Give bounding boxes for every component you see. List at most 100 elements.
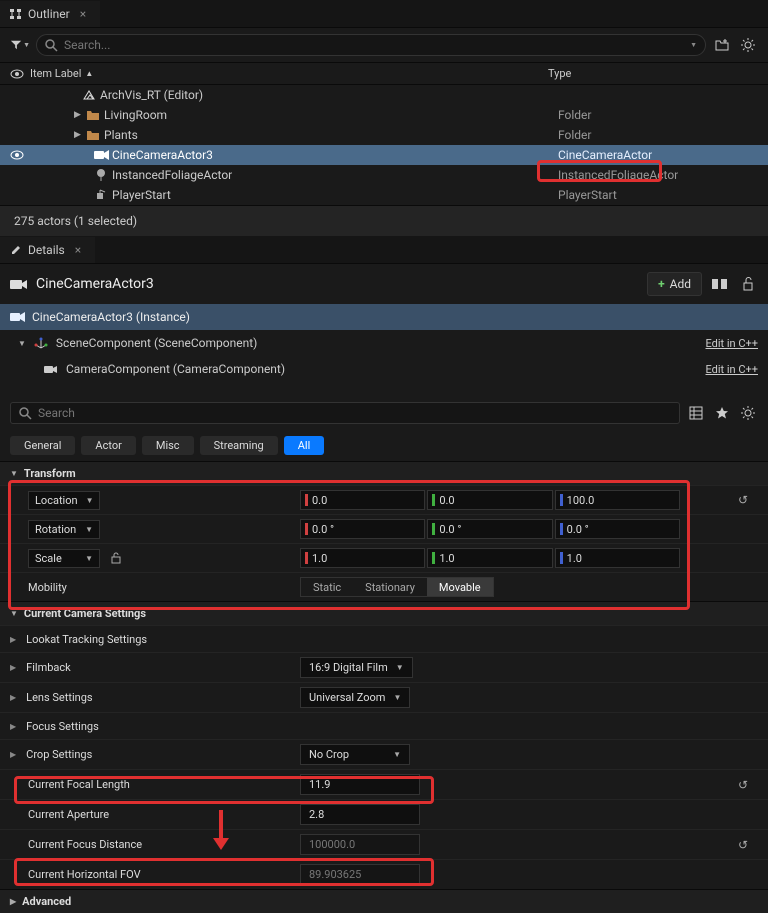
chevron-down-icon: ▼ [393,750,401,759]
expand-arrow-icon[interactable]: ▶ [10,663,16,672]
filmback-dropdown[interactable]: 16:9 Digital Film▼ [300,657,413,678]
lock-open-icon[interactable] [738,274,758,294]
details-search-input[interactable] [38,406,671,420]
spacer [0,382,768,396]
location-z[interactable]: 100.0 [555,490,680,510]
details-tab[interactable]: Details × [0,237,95,263]
crop-dropdown[interactable]: No Crop▼ [300,744,410,765]
expand-arrow-icon[interactable]: ▶ [74,110,86,120]
reset-icon[interactable]: ↺ [728,778,758,792]
focus-settings-row[interactable]: ▶Focus Settings [0,712,768,739]
category-tab-general[interactable]: General [10,436,75,455]
transform-section-header[interactable]: ▼ Transform [0,461,768,485]
aperture-row: Current Aperture 2.8 [0,799,768,829]
close-icon[interactable]: × [71,243,85,257]
rotation-z[interactable]: 0.0 ° [555,519,680,539]
settings-icon[interactable] [738,403,758,423]
item-label-column[interactable]: Item Label ▲ [30,67,548,80]
section-title: Advanced [22,895,71,908]
category-tabs: General Actor Misc Streaming All [0,430,768,461]
focal-length-input[interactable]: 11.9 [300,774,420,795]
outliner-tab[interactable]: Outliner × [0,1,100,27]
visibility-column-icon[interactable] [10,69,30,79]
settings-icon[interactable] [738,35,758,55]
tree-row[interactable]: CineCameraActor3CineCameraActor [0,145,768,165]
add-button[interactable]: + Add [647,272,702,296]
browse-icon[interactable] [710,274,730,294]
row-label: ArchVis_RT (Editor) [100,88,558,102]
scale-y[interactable]: 1.0 [427,548,552,568]
category-tab-streaming[interactable]: Streaming [200,436,278,455]
expand-arrow-icon[interactable]: ▼ [18,339,26,348]
edit-cpp-link[interactable]: Edit in C++ [706,337,758,350]
lens-dropdown[interactable]: Universal Zoom▼ [300,687,410,708]
tree-row[interactable]: ArchVis_RT (Editor) [0,85,768,105]
visibility-icon[interactable] [10,150,30,160]
rotation-y[interactable]: 0.0 ° [427,519,552,539]
row-type: InstancedFoliageActor [558,168,768,182]
new-folder-icon[interactable] [712,35,732,55]
tree-row[interactable]: PlayerStartPlayerStart [0,185,768,205]
reset-icon[interactable]: ↺ [728,838,758,852]
expand-arrow-icon[interactable]: ▶ [10,750,16,759]
details-panel: Details × CineCameraActor3 + Add CineCam… [0,236,768,913]
expand-arrow-icon[interactable]: ▶ [10,693,16,702]
search-icon [19,407,32,420]
focus-distance-input[interactable]: 100000.0 [300,834,420,855]
search-icon [45,39,58,52]
property-matrix-icon[interactable] [686,403,706,423]
scale-dropdown[interactable]: Scale ▼ [28,549,100,568]
location-dropdown[interactable]: Location ▼ [28,491,100,510]
type-column[interactable]: Type [548,67,758,80]
scale-z[interactable]: 1.0 [555,548,680,568]
scale-row: Scale ▼ 1.0 1.0 1.0 [0,543,768,572]
details-search[interactable] [10,402,680,424]
camera-section-header[interactable]: ▼ Current Camera Settings [0,601,768,625]
location-y[interactable]: 0.0 [427,490,552,510]
details-tab-label: Details [28,243,65,257]
aperture-input[interactable]: 2.8 [300,804,420,825]
tree-row[interactable]: ▶PlantsFolder [0,125,768,145]
mobility-option-static[interactable]: Static [301,578,353,596]
favorite-icon[interactable] [712,403,732,423]
lookat-row[interactable]: ▶Lookat Tracking Settings [0,625,768,652]
prop-label: Current Focal Length [10,778,300,791]
scale-x[interactable]: 1.0 [300,548,425,568]
foliage-icon [94,168,112,182]
filter-icon[interactable]: ▼ [10,35,30,55]
expand-arrow-icon[interactable]: ▶ [74,130,86,140]
row-label: InstancedFoliageActor [112,168,558,182]
instance-label: CineCameraActor3 (Instance) [32,310,190,324]
details-search-row [0,396,768,430]
focus-distance-row: Current Focus Distance 100000.0 ↺ [0,829,768,859]
mobility-toggle: StaticStationaryMovable [300,577,494,597]
rotation-dropdown[interactable]: Rotation ▼ [28,520,100,539]
category-tab-all[interactable]: All [284,436,325,455]
tree-row[interactable]: ▶LivingRoomFolder [0,105,768,125]
outliner-panel: Outliner × ▼ ▼ Item Label ▲ Typ [0,0,768,236]
camera-icon [94,149,112,161]
location-row: Location ▼ 0.0 0.0 100.0 ↺ [0,485,768,514]
location-x[interactable]: 0.0 [300,490,425,510]
pencil-icon [10,244,22,256]
reset-icon[interactable]: ↺ [728,493,758,507]
lock-open-icon[interactable] [110,552,122,564]
crop-row: ▶Crop Settings No Crop▼ [0,739,768,769]
chevron-down-icon: ▼ [396,663,404,672]
tree-row[interactable]: InstancedFoliageActorInstancedFoliageAct… [0,165,768,185]
scene-component-row[interactable]: ▼ SceneComponent (SceneComponent) Edit i… [0,330,768,356]
mobility-option-stationary[interactable]: Stationary [353,578,427,596]
camera-component-row[interactable]: CameraComponent (CameraComponent) Edit i… [0,356,768,382]
chevron-down-icon[interactable]: ▼ [690,41,697,49]
outliner-search-input[interactable] [64,38,684,52]
rotation-x[interactable]: 0.0 ° [300,519,425,539]
mobility-option-movable[interactable]: Movable [427,578,493,596]
instance-row[interactable]: CineCameraActor3 (Instance) [0,304,768,330]
close-icon[interactable]: × [76,7,90,21]
category-tab-misc[interactable]: Misc [142,436,194,455]
outliner-search[interactable]: ▼ [36,34,706,56]
collapse-arrow-icon: ▼ [10,609,18,618]
category-tab-actor[interactable]: Actor [81,436,135,455]
advanced-section-header[interactable]: ▶ Advanced [0,889,768,913]
edit-cpp-link[interactable]: Edit in C++ [706,363,758,376]
